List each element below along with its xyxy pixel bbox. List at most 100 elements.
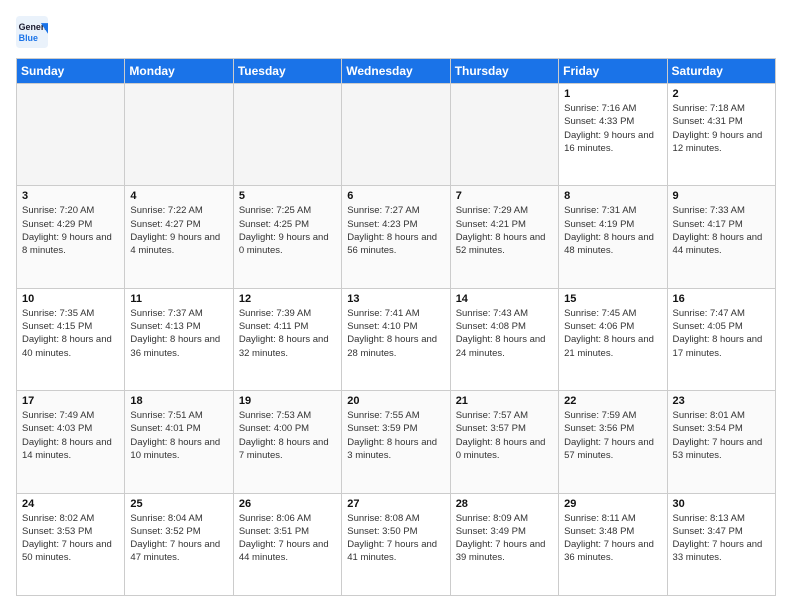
day-info: Sunrise: 7:39 AMSunset: 4:11 PMDaylight:…	[239, 307, 336, 360]
day-number: 14	[456, 293, 553, 305]
calendar-cell	[342, 84, 450, 186]
calendar-cell: 15 Sunrise: 7:45 AMSunset: 4:06 PMDayligh…	[559, 288, 667, 390]
calendar-cell: 11 Sunrise: 7:37 AMSunset: 4:13 PMDayligh…	[125, 288, 233, 390]
day-number: 30	[673, 498, 770, 510]
calendar-table: SundayMondayTuesdayWednesdayThursdayFrid…	[16, 58, 776, 596]
day-header-friday: Friday	[559, 59, 667, 84]
day-info: Sunrise: 7:49 AMSunset: 4:03 PMDaylight:…	[22, 409, 119, 462]
day-info: Sunrise: 7:16 AMSunset: 4:33 PMDaylight:…	[564, 102, 661, 155]
calendar-cell: 14 Sunrise: 7:43 AMSunset: 4:08 PMDayligh…	[450, 288, 558, 390]
calendar-cell: 6Sunrise: 7:27 AMSunset: 4:23 PMDaylight…	[342, 186, 450, 288]
calendar-cell: 1 Sunrise: 7:16 AMSunset: 4:33 PMDaylight…	[559, 84, 667, 186]
day-number: 8	[564, 190, 661, 202]
day-info: Sunrise: 7:27 AMSunset: 4:23 PMDaylight:…	[347, 204, 444, 257]
day-header-sunday: Sunday	[17, 59, 125, 84]
calendar-cell: 2Sunrise: 7:18 AMSunset: 4:31 PMDaylight…	[667, 84, 775, 186]
day-header-thursday: Thursday	[450, 59, 558, 84]
day-number: 3	[22, 190, 119, 202]
day-header-saturday: Saturday	[667, 59, 775, 84]
page: General Blue SundayMondayTuesdayWednesda…	[0, 0, 792, 612]
calendar-cell: 4 Sunrise: 7:22 AMSunset: 4:27 PMDaylight…	[125, 186, 233, 288]
day-info: Sunrise: 7:35 AMSunset: 4:15 PMDaylight:…	[22, 307, 119, 360]
day-number: 29	[564, 498, 661, 510]
day-number: 4	[130, 190, 227, 202]
calendar-cell: 19 Sunrise: 7:53 AMSunset: 4:00 PMDayligh…	[233, 391, 341, 493]
calendar-cell	[125, 84, 233, 186]
day-number: 23	[673, 395, 770, 407]
day-info: Sunrise: 8:01 AMSunset: 3:54 PMDaylight:…	[673, 409, 770, 462]
calendar-cell: 12 Sunrise: 7:39 AMSunset: 4:11 PMDayligh…	[233, 288, 341, 390]
day-number: 12	[239, 293, 336, 305]
day-info: Sunrise: 8:11 AMSunset: 3:48 PMDaylight:…	[564, 512, 661, 565]
calendar-cell: 9Sunrise: 7:33 AMSunset: 4:17 PMDaylight…	[667, 186, 775, 288]
day-info: Sunrise: 7:59 AMSunset: 3:56 PMDaylight:…	[564, 409, 661, 462]
day-number: 7	[456, 190, 553, 202]
day-info: Sunrise: 7:33 AMSunset: 4:17 PMDaylight:…	[673, 204, 770, 257]
calendar-cell: 3Sunrise: 7:20 AMSunset: 4:29 PMDaylight…	[17, 186, 125, 288]
calendar-cell: 16 Sunrise: 7:47 AMSunset: 4:05 PMDayligh…	[667, 288, 775, 390]
calendar-cell: 29 Sunrise: 8:11 AMSunset: 3:48 PMDayligh…	[559, 493, 667, 595]
day-info: Sunrise: 8:02 AMSunset: 3:53 PMDaylight:…	[22, 512, 119, 565]
calendar-cell: 28 Sunrise: 8:09 AMSunset: 3:49 PMDayligh…	[450, 493, 558, 595]
day-info: Sunrise: 8:08 AMSunset: 3:50 PMDaylight:…	[347, 512, 444, 565]
day-info: Sunrise: 8:09 AMSunset: 3:49 PMDaylight:…	[456, 512, 553, 565]
logo-icon: General Blue	[16, 16, 48, 48]
day-info: Sunrise: 7:51 AMSunset: 4:01 PMDaylight:…	[130, 409, 227, 462]
day-number: 28	[456, 498, 553, 510]
calendar-cell: 26Sunrise: 8:06 AMSunset: 3:51 PMDayligh…	[233, 493, 341, 595]
day-number: 11	[130, 293, 227, 305]
day-header-monday: Monday	[125, 59, 233, 84]
svg-text:Blue: Blue	[19, 33, 38, 43]
day-info: Sunrise: 8:06 AMSunset: 3:51 PMDaylight:…	[239, 512, 336, 565]
day-info: Sunrise: 7:57 AMSunset: 3:57 PMDaylight:…	[456, 409, 553, 462]
calendar-cell: 20 Sunrise: 7:55 AMSunset: 3:59 PMDayligh…	[342, 391, 450, 493]
day-number: 24	[22, 498, 119, 510]
day-number: 18	[130, 395, 227, 407]
day-info: Sunrise: 7:45 AMSunset: 4:06 PMDaylight:…	[564, 307, 661, 360]
day-info: Sunrise: 7:43 AMSunset: 4:08 PMDaylight:…	[456, 307, 553, 360]
day-number: 20	[347, 395, 444, 407]
day-number: 13	[347, 293, 444, 305]
day-number: 17	[22, 395, 119, 407]
day-info: Sunrise: 8:13 AMSunset: 3:47 PMDaylight:…	[673, 512, 770, 565]
day-number: 22	[564, 395, 661, 407]
calendar-cell: 23 Sunrise: 8:01 AMSunset: 3:54 PMDayligh…	[667, 391, 775, 493]
day-number: 16	[673, 293, 770, 305]
day-number: 15	[564, 293, 661, 305]
calendar-cell: 13 Sunrise: 7:41 AMSunset: 4:10 PMDayligh…	[342, 288, 450, 390]
day-header-tuesday: Tuesday	[233, 59, 341, 84]
day-info: Sunrise: 7:25 AMSunset: 4:25 PMDaylight:…	[239, 204, 336, 257]
day-info: Sunrise: 7:53 AMSunset: 4:00 PMDaylight:…	[239, 409, 336, 462]
calendar-cell: 21 Sunrise: 7:57 AMSunset: 3:57 PMDayligh…	[450, 391, 558, 493]
calendar-cell: 17 Sunrise: 7:49 AMSunset: 4:03 PMDayligh…	[17, 391, 125, 493]
header: General Blue	[16, 16, 776, 48]
calendar-cell	[17, 84, 125, 186]
day-number: 2	[673, 88, 770, 100]
day-info: Sunrise: 7:37 AMSunset: 4:13 PMDaylight:…	[130, 307, 227, 360]
day-info: Sunrise: 7:31 AMSunset: 4:19 PMDaylight:…	[564, 204, 661, 257]
calendar-cell	[233, 84, 341, 186]
calendar-cell: 25 Sunrise: 8:04 AMSunset: 3:52 PMDayligh…	[125, 493, 233, 595]
day-info: Sunrise: 7:55 AMSunset: 3:59 PMDaylight:…	[347, 409, 444, 462]
calendar-cell: 30 Sunrise: 8:13 AMSunset: 3:47 PMDayligh…	[667, 493, 775, 595]
day-number: 1	[564, 88, 661, 100]
day-number: 25	[130, 498, 227, 510]
day-info: Sunrise: 7:47 AMSunset: 4:05 PMDaylight:…	[673, 307, 770, 360]
calendar-cell: 10 Sunrise: 7:35 AMSunset: 4:15 PMDayligh…	[17, 288, 125, 390]
day-info: Sunrise: 7:22 AMSunset: 4:27 PMDaylight:…	[130, 204, 227, 257]
day-number: 5	[239, 190, 336, 202]
day-number: 10	[22, 293, 119, 305]
day-number: 27	[347, 498, 444, 510]
day-number: 21	[456, 395, 553, 407]
day-number: 19	[239, 395, 336, 407]
calendar-cell: 24 Sunrise: 8:02 AMSunset: 3:53 PMDayligh…	[17, 493, 125, 595]
day-header-wednesday: Wednesday	[342, 59, 450, 84]
calendar-cell: 8 Sunrise: 7:31 AMSunset: 4:19 PMDaylight…	[559, 186, 667, 288]
calendar-cell: 5 Sunrise: 7:25 AMSunset: 4:25 PMDaylight…	[233, 186, 341, 288]
day-info: Sunrise: 7:41 AMSunset: 4:10 PMDaylight:…	[347, 307, 444, 360]
calendar-cell: 7 Sunrise: 7:29 AMSunset: 4:21 PMDaylight…	[450, 186, 558, 288]
calendar-cell: 22 Sunrise: 7:59 AMSunset: 3:56 PMDayligh…	[559, 391, 667, 493]
day-info: Sunrise: 7:29 AMSunset: 4:21 PMDaylight:…	[456, 204, 553, 257]
calendar-cell: 18 Sunrise: 7:51 AMSunset: 4:01 PMDayligh…	[125, 391, 233, 493]
day-info: Sunrise: 8:04 AMSunset: 3:52 PMDaylight:…	[130, 512, 227, 565]
